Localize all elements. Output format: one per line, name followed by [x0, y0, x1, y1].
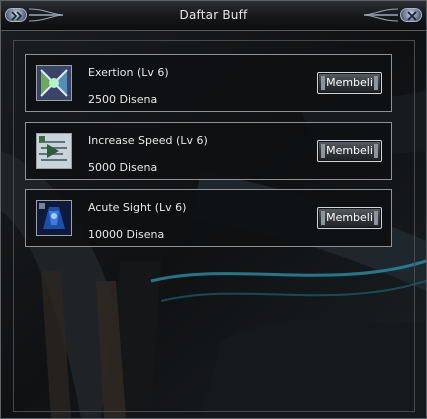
buff-price: 5000 Disena	[88, 161, 158, 174]
exertion-icon	[36, 65, 72, 101]
buy-button-label: Membeli	[326, 76, 373, 89]
buff-list-window: Daftar Buff Exertion (Lv 6) 2500 Disena …	[0, 0, 427, 419]
buff-name: Acute Sight (Lv 6)	[88, 201, 187, 214]
close-icon	[407, 11, 417, 21]
buy-button-acute-sight[interactable]: Membeli	[317, 207, 382, 229]
title-bar[interactable]: Daftar Buff	[1, 1, 426, 31]
close-button[interactable]	[400, 8, 422, 22]
buy-button-label: Membeli	[326, 211, 373, 224]
buff-item-acute-sight: Acute Sight (Lv 6) 10000 Disena Membeli	[25, 189, 392, 247]
buff-item-exertion: Exertion (Lv 6) 2500 Disena Membeli	[25, 54, 392, 112]
buff-price: 2500 Disena	[88, 93, 158, 106]
buy-button-increase-speed[interactable]: Membeli	[317, 140, 382, 162]
acute-sight-icon	[36, 200, 72, 236]
buy-button-label: Membeli	[326, 144, 373, 157]
buff-name: Increase Speed (Lv 6)	[88, 134, 208, 147]
window-title: Daftar Buff	[179, 8, 248, 22]
buff-name: Exertion (Lv 6)	[88, 66, 169, 79]
buy-button-exertion[interactable]: Membeli	[317, 72, 382, 94]
buff-item-increase-speed: Increase Speed (Lv 6) 5000 Disena Membel…	[25, 122, 392, 180]
increase-speed-icon	[36, 133, 72, 169]
buff-price: 10000 Disena	[88, 228, 165, 241]
